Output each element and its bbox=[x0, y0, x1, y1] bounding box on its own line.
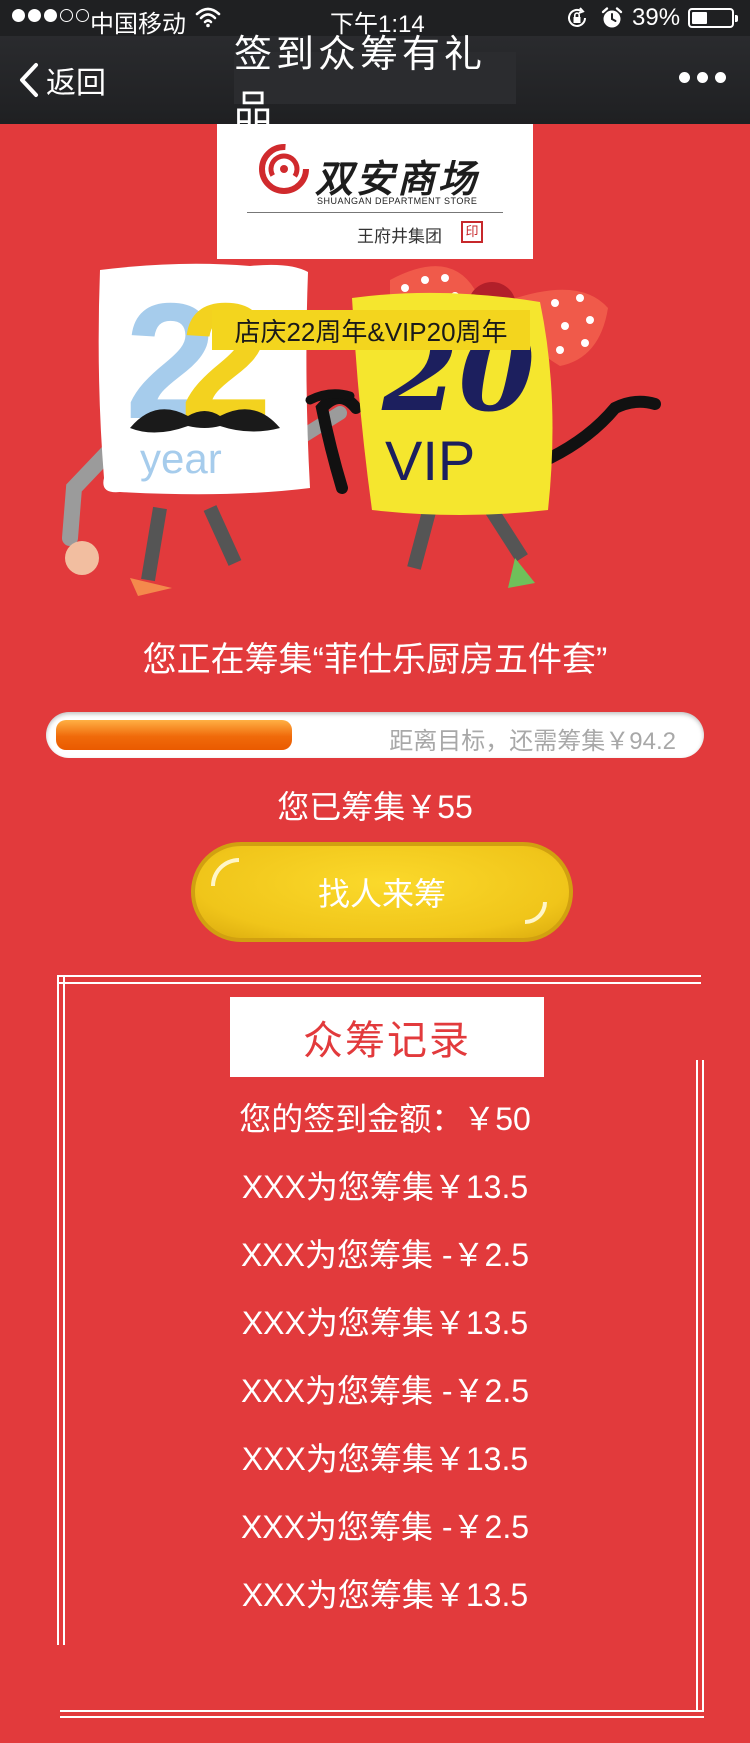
progress-bar: 距离目标，还需筹集￥94.2 bbox=[46, 712, 704, 758]
alarm-icon bbox=[601, 7, 623, 28]
frame-line bbox=[57, 975, 701, 977]
battery-percent: 39% bbox=[632, 4, 681, 31]
battery-icon bbox=[688, 8, 738, 28]
logo-divider bbox=[247, 212, 503, 213]
button-highlight bbox=[525, 902, 547, 924]
record-item: 您的签到金额：￥50 bbox=[239, 1101, 531, 1137]
invite-friends-label: 找人来筹 bbox=[317, 876, 446, 912]
page-title: 签到众筹有礼品 bbox=[234, 34, 516, 131]
wifi-icon bbox=[195, 7, 221, 28]
signal-dot bbox=[60, 9, 73, 22]
signal-dots-icon bbox=[12, 9, 89, 22]
frame-line bbox=[60, 1710, 704, 1712]
rotation-lock-icon bbox=[568, 7, 586, 27]
signal-dot bbox=[76, 9, 89, 22]
battery-level bbox=[692, 12, 707, 24]
signal-dot bbox=[44, 9, 57, 22]
frame-line bbox=[57, 982, 701, 984]
year-word: year bbox=[140, 435, 222, 482]
anniversary-banner: 店庆22周年&VIP20周年 bbox=[212, 310, 530, 350]
record-item: XXX为您筹集￥13.5 bbox=[241, 1169, 529, 1205]
record-item: XXX为您筹集￥13.5 bbox=[241, 1441, 529, 1477]
record-item: XXX为您筹集 -￥2.5 bbox=[240, 1237, 530, 1273]
store-subtitle: SHUANGAN DEPARTMENT STORE bbox=[317, 196, 478, 206]
store-logo: 双安商场 SHUANGAN DEPARTMENT STORE 王府井集团 印 bbox=[217, 124, 533, 259]
more-dot bbox=[679, 72, 690, 83]
record-item: XXX为您筹集￥13.5 bbox=[241, 1305, 529, 1341]
seal-icon: 印 bbox=[461, 221, 483, 243]
store-name: 双安商场 bbox=[315, 156, 480, 201]
invite-friends-button[interactable]: 找人来筹 bbox=[191, 842, 573, 942]
record-item: XXX为您筹集 -￥2.5 bbox=[240, 1509, 530, 1545]
progress-remaining-text: 距离目标，还需筹集￥94.2 bbox=[389, 728, 676, 755]
progress-fill bbox=[56, 720, 292, 750]
records-title: 众筹记录 bbox=[230, 997, 544, 1077]
chevron-left-icon bbox=[20, 63, 38, 97]
group-name: 王府井集团 bbox=[357, 227, 442, 246]
frame-line bbox=[60, 1716, 704, 1718]
collected-amount: 您已筹集￥55 bbox=[277, 789, 473, 825]
collecting-title: 您正在筹集“菲仕乐厨房五件套” bbox=[142, 641, 608, 679]
back-label: 返回 bbox=[46, 67, 106, 100]
carrier-name: 中国移动 bbox=[90, 11, 186, 38]
record-item: XXX为您筹集￥13.5 bbox=[241, 1577, 529, 1613]
records-list: 您的签到金额：￥50 XXX为您筹集￥13.5 XXX为您筹集 -￥2.5 XX… bbox=[0, 1085, 750, 1629]
nav-bar: 返回 签到众筹有礼品 bbox=[0, 34, 750, 131]
spiral-logo-icon bbox=[259, 144, 309, 194]
back-button[interactable]: 返回 bbox=[18, 56, 106, 104]
vip-word: VIP bbox=[385, 429, 475, 492]
more-dot bbox=[715, 72, 726, 83]
more-dots-icon[interactable] bbox=[679, 72, 726, 83]
record-item: XXX为您筹集 -￥2.5 bbox=[240, 1373, 530, 1409]
signal-dot bbox=[12, 9, 25, 22]
signal-dot bbox=[28, 9, 41, 22]
button-highlight bbox=[211, 858, 239, 886]
more-dot bbox=[697, 72, 708, 83]
